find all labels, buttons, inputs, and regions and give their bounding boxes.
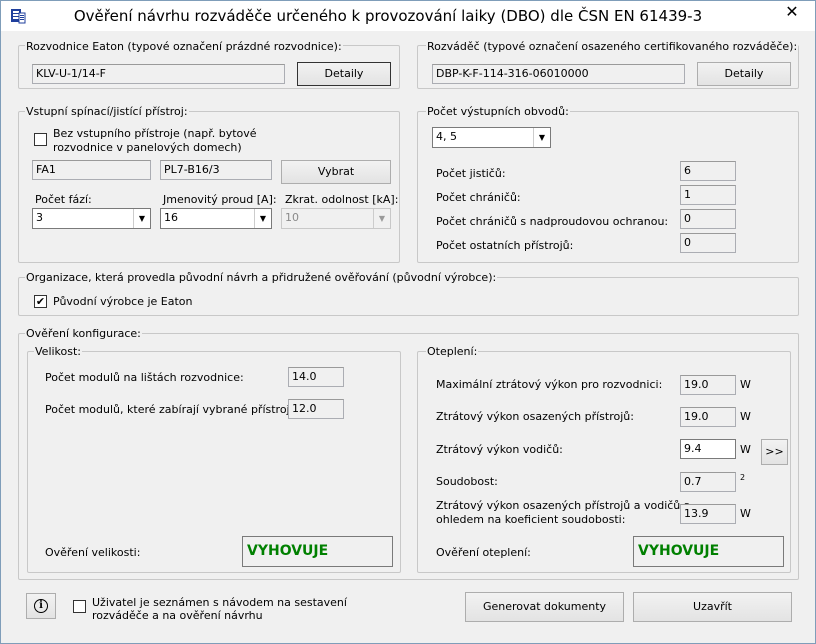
- breakers-count-label: Počet jističů:: [436, 167, 506, 180]
- acknowledge-label-1: Uživatel je seznámen s návodem na sestav…: [92, 596, 347, 609]
- combined-loss-field: 13.9: [680, 504, 736, 524]
- wires-loss-label: Ztrátový výkon vodičů:: [436, 443, 563, 456]
- device-designation-field: FA1: [32, 160, 151, 180]
- rcd-count-field: 1: [680, 185, 736, 205]
- rated-current-select[interactable]: 16 ▼: [160, 208, 272, 229]
- output-circuits-select[interactable]: 4, 5 ▼: [432, 127, 551, 148]
- assembly-type-field: DBP-K-F-114-316-06010000: [432, 64, 685, 84]
- chevron-down-icon: ▼: [373, 209, 390, 228]
- phases-select[interactable]: 3 ▼: [32, 208, 151, 229]
- assembly-details-button[interactable]: Detaily: [697, 62, 791, 86]
- output-circuits-group-label: Počet výstupních obvodů:: [426, 105, 570, 118]
- other-devices-field: 0: [680, 233, 736, 253]
- title-bar: Ověření návrhu rozváděče určeného k prov…: [1, 1, 815, 31]
- checkmark-icon: ✔: [35, 295, 46, 308]
- phases-label: Počet fází:: [35, 193, 92, 206]
- rcbo-count-field: 0: [680, 209, 736, 229]
- phases-value: 3: [36, 211, 43, 224]
- heating-verification-label: Ověření oteplení:: [436, 546, 531, 559]
- info-button[interactable]: i: [26, 593, 56, 619]
- select-device-button[interactable]: Vybrat: [281, 160, 391, 184]
- diversity-superscript: 2: [740, 473, 746, 482]
- window-title: Ověření návrhu rozváděče určeného k prov…: [73, 7, 703, 25]
- devices-loss-unit: W: [740, 410, 751, 423]
- rcd-count-label: Počet chráničů:: [436, 191, 521, 204]
- diversity-field: 0.7: [680, 472, 736, 492]
- eaton-manufacturer-checkbox[interactable]: ✔: [34, 295, 47, 308]
- modules-used-label: Počet modulů, které zabírají vybrané pří…: [45, 403, 301, 416]
- acknowledge-label-2: rozváděče a na ověření návrhu: [92, 609, 263, 622]
- max-loss-label: Maximální ztrátový výkon pro rozvodnici:: [436, 378, 663, 391]
- chevron-down-icon[interactable]: ▼: [254, 209, 271, 228]
- enclosure-details-button[interactable]: Detaily: [297, 62, 391, 86]
- no-input-device-label-1: Bez vstupního přístroje (např. bytové: [53, 127, 257, 140]
- close-window-button[interactable]: ✕: [775, 2, 809, 22]
- acknowledge-checkbox[interactable]: [73, 600, 86, 613]
- verification-group-label: Ověření konfigurace:: [25, 327, 142, 340]
- info-icon: i: [34, 599, 48, 613]
- assembly-group-label: Rozváděč (typové označení osazeného cert…: [426, 40, 799, 53]
- eaton-manufacturer-label: Původní výrobce je Eaton: [53, 295, 193, 308]
- enclosure-type-field: KLV-U-1/14-F: [32, 64, 285, 84]
- close-button[interactable]: Uzavřít: [633, 592, 792, 622]
- modules-rails-label: Počet modulů na lištách rozvodnice:: [45, 371, 244, 384]
- wires-loss-input[interactable]: 9.4: [680, 439, 736, 459]
- dialog-content: Rozvodnice Eaton (typové označení prázdn…: [1, 31, 815, 643]
- max-loss-unit: W: [740, 378, 751, 391]
- enclosure-group-label: Rozvodnice Eaton (typové označení prázdn…: [25, 40, 343, 53]
- combined-loss-label-2: ohledem na koeficient soudobosti:: [436, 513, 626, 526]
- output-circuits-value: 4, 5: [436, 130, 457, 143]
- wires-loss-unit: W: [740, 443, 751, 456]
- input-device-group-label: Vstupní spínací/jistící přístroj:: [25, 105, 189, 118]
- devices-loss-label: Ztrátový výkon osazených přístrojů:: [436, 410, 634, 423]
- device-type-field: PL7-B16/3: [160, 160, 272, 180]
- modules-used-field: 12.0: [288, 399, 344, 419]
- short-circuit-select: 10 ▼: [281, 208, 391, 229]
- short-circuit-value: 10: [285, 211, 299, 224]
- chevron-down-icon[interactable]: ▼: [533, 128, 550, 147]
- no-input-device-checkbox[interactable]: [34, 133, 47, 146]
- chevron-down-icon[interactable]: ▼: [133, 209, 150, 228]
- rcbo-count-label: Počet chráničů s nadproudovou ochranou:: [436, 215, 669, 228]
- wires-details-button[interactable]: >>: [761, 439, 788, 465]
- devices-loss-field: 19.0: [680, 407, 736, 427]
- diversity-label: Soudobost:: [436, 475, 498, 488]
- combined-loss-unit: W: [740, 507, 751, 520]
- heating-group-label: Oteplení:: [426, 345, 479, 358]
- combined-loss-label-1: Ztrátový výkon osazených přístrojů a vod…: [436, 499, 690, 512]
- size-verification-result: VYHOVUJE: [242, 536, 393, 567]
- modules-rails-field: 14.0: [288, 367, 344, 387]
- rated-current-value: 16: [164, 211, 178, 224]
- organization-group-label: Organizace, která provedla původní návrh…: [25, 271, 498, 284]
- breakers-count-field: 6: [680, 161, 736, 181]
- generate-documents-button[interactable]: Generovat dokumenty: [465, 592, 624, 622]
- size-verification-label: Ověření velikosti:: [45, 546, 141, 559]
- size-group-label: Velikost:: [34, 345, 83, 358]
- close-icon[interactable]: ✕: [785, 2, 798, 21]
- dialog-window: Ověření návrhu rozváděče určeného k prov…: [0, 0, 816, 644]
- no-input-device-label-2: rozvodnice v panelových domech): [53, 141, 242, 154]
- other-devices-label: Počet ostatních přístrojů:: [436, 239, 574, 252]
- short-circuit-label: Zkrat. odolnost [kA]:: [285, 193, 399, 206]
- max-loss-field: 19.0: [680, 375, 736, 395]
- heating-verification-result: VYHOVUJE: [633, 536, 784, 567]
- rated-current-label: Jmenovitý proud [A]:: [163, 193, 277, 206]
